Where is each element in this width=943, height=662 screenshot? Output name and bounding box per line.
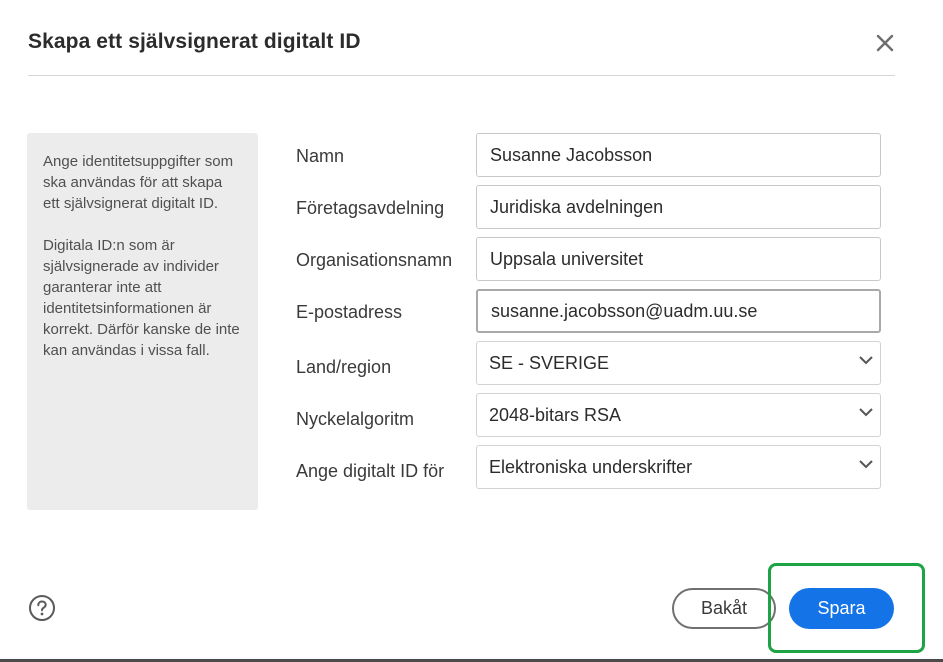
chevron-down-icon [859,460,873,469]
close-icon [876,34,894,52]
form-row-name: Namn [296,133,882,177]
country-select-value: SE - SVERIGE [489,353,610,373]
key-algorithm-label: Nyckelalgoritm [296,409,415,429]
country-label: Land/region [296,357,392,377]
organization-input[interactable] [476,237,881,281]
name-input[interactable] [476,133,881,177]
info-paragraph-warning: Digitala ID:n som är självsignerade av i… [43,237,240,359]
use-for-select-value: Elektroniska underskrifter [489,457,693,477]
key-algorithm-select-value: 2048-bitars RSA [489,405,622,425]
form-row-email: E-postadress [296,289,882,333]
chevron-down-icon [859,356,873,365]
form-row-organization: Organisationsnamn [296,237,882,281]
use-for-select[interactable]: Elektroniska underskrifter [476,445,881,489]
form-row-key-algorithm: Nyckelalgoritm 2048-bitars RSA [296,393,882,437]
header-divider [28,75,895,76]
form-row-use-for: Ange digitalt ID för Elektroniska unders… [296,445,882,489]
department-label: Företagsavdelning [296,198,445,218]
save-button[interactable]: Spara [789,588,894,629]
help-button[interactable] [28,594,56,622]
form-row-country: Land/region SE - SVERIGE [296,341,882,385]
form-row-department: Företagsavdelning [296,185,882,229]
organization-label: Organisationsnamn [296,250,453,270]
use-for-label: Ange digitalt ID för [296,461,445,481]
info-paragraph-intro: Ange identitetsuppgifter som ska använda… [43,153,234,212]
country-select[interactable]: SE - SVERIGE [476,341,881,385]
back-button[interactable]: Bakåt [672,588,776,629]
dialog-title: Skapa ett självsignerat digitalt ID [28,30,361,53]
email-input[interactable] [476,289,881,333]
email-label: E-postadress [296,302,403,322]
question-circle-icon [29,595,55,621]
key-algorithm-select[interactable]: 2048-bitars RSA [476,393,881,437]
department-input[interactable] [476,185,881,229]
chevron-down-icon [859,408,873,417]
create-self-signed-id-dialog: Skapa ett självsignerat digitalt ID Ange… [0,0,943,662]
info-panel: Ange identitetsuppgifter som ska använda… [27,133,258,510]
close-button[interactable] [870,28,900,58]
name-label: Namn [296,146,345,166]
